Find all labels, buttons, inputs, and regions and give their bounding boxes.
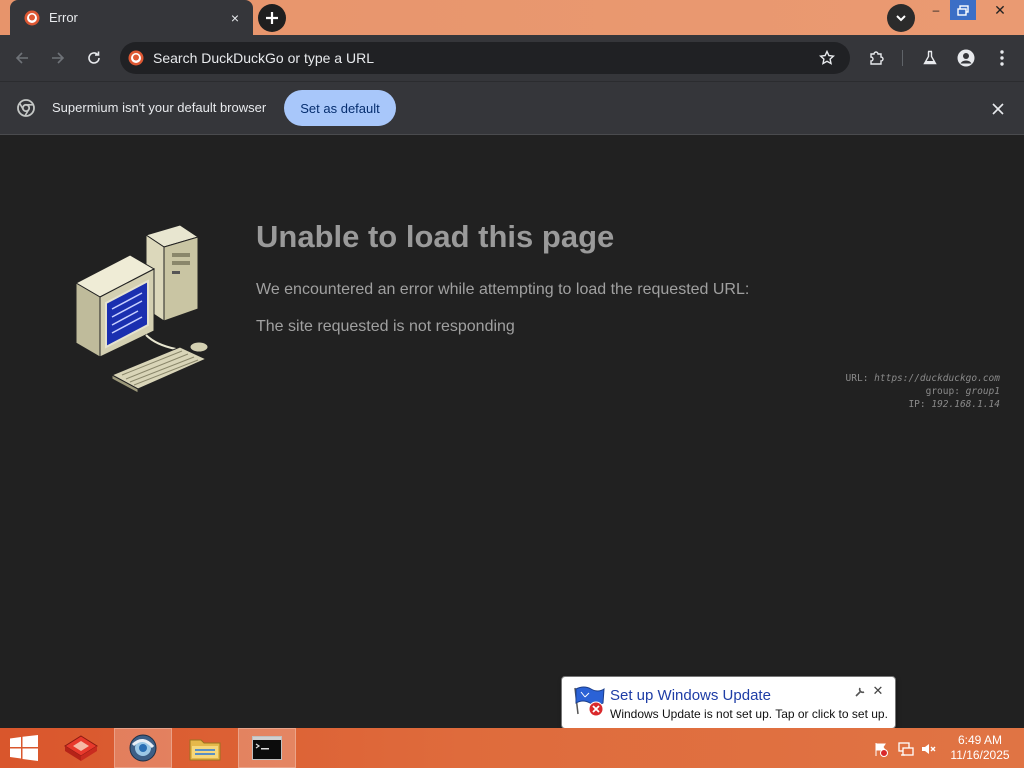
taskbar-clock[interactable]: 6:49 AM 11/16/2025 <box>944 733 1016 763</box>
restore-icon <box>957 4 969 16</box>
screen: Error × – ✕ Search DuckDuckGo or type a … <box>0 0 1024 768</box>
star-icon <box>819 50 835 65</box>
folder-icon <box>189 739 221 761</box>
notification-close-button[interactable]: ✕ <box>871 683 885 698</box>
error-details: URL: https://duckduckgo.com group: group… <box>846 372 1000 411</box>
kebab-menu-icon <box>1000 50 1004 66</box>
error-url-value: https://duckduckgo.com <box>874 373 1000 384</box>
error-description: We encountered an error while attempting… <box>256 281 750 298</box>
extensions-icon <box>870 51 884 65</box>
browser-toolbar: Search DuckDuckGo or type a URL <box>0 35 1024 81</box>
plus-icon <box>266 12 278 24</box>
new-tab-button[interactable] <box>258 4 286 32</box>
tab-error[interactable]: Error × <box>10 0 253 35</box>
volume-tray-icon[interactable] <box>920 740 938 758</box>
action-center-flag-icon <box>875 743 888 757</box>
back-button[interactable] <box>9 45 35 71</box>
set-as-default-button[interactable]: Set as default <box>284 90 396 126</box>
profile-icon <box>957 49 975 67</box>
windows-flag-icon <box>574 686 605 717</box>
network-tray-icon[interactable] <box>897 740 915 758</box>
red-app-icon <box>64 735 98 761</box>
taskbar-file-explorer[interactable] <box>176 728 234 768</box>
duckduckgo-icon <box>128 50 144 66</box>
taskbar-app-red[interactable] <box>52 728 110 768</box>
default-browser-infobar: Supermium isn't your default browser Set… <box>0 81 1024 135</box>
address-placeholder[interactable]: Search DuckDuckGo or type a URL <box>153 50 812 66</box>
window-minimize-button[interactable]: – <box>925 0 947 20</box>
volume-muted-icon <box>922 744 936 754</box>
tab-strip: Error × – ✕ <box>0 0 1024 35</box>
taskbar-browser[interactable] <box>114 728 172 768</box>
taskbar-command-prompt[interactable] <box>238 728 296 768</box>
network-icon <box>898 742 914 756</box>
error-reason: The site requested is not responding <box>256 318 515 335</box>
error-url-row: URL: https://duckduckgo.com <box>846 372 1000 385</box>
taskbar: 6:49 AM 11/16/2025 <box>0 728 1024 768</box>
tab-close-icon[interactable]: × <box>227 10 243 26</box>
window-restore-button[interactable] <box>950 0 976 20</box>
reload-button[interactable] <box>81 45 107 71</box>
error-group-row: group: group1 <box>846 385 1000 398</box>
duckduckgo-icon <box>24 10 40 25</box>
clock-date: 11/16/2025 <box>950 748 1010 762</box>
command-prompt-icon <box>252 736 282 760</box>
extensions-button[interactable] <box>864 45 890 71</box>
tab-search-button[interactable] <box>887 4 915 32</box>
retro-computer-icon <box>74 225 209 394</box>
error-url-key: URL: <box>845 373 869 384</box>
labs-button[interactable] <box>917 45 943 71</box>
address-bar[interactable]: Search DuckDuckGo or type a URL <box>120 42 850 74</box>
error-ip-value: 192.168.1.14 <box>931 399 1000 410</box>
error-group-key: group: <box>925 386 960 397</box>
windows-logo-icon <box>10 735 38 761</box>
notification-text: Windows Update is not set up. Tap or cli… <box>610 707 888 721</box>
notification-title: Set up Windows Update <box>610 687 771 704</box>
forward-button[interactable] <box>45 45 71 71</box>
menu-button[interactable] <box>989 45 1015 71</box>
labs-flask-icon <box>923 50 937 65</box>
windows-update-notification[interactable]: Set up Windows Update Windows Update is … <box>561 676 896 744</box>
error-title: Unable to load this page <box>256 219 615 254</box>
error-ip-row: IP: 192.168.1.14 <box>846 398 1000 411</box>
action-center-tray-icon[interactable] <box>872 740 890 758</box>
error-ip-key: IP: <box>908 399 926 410</box>
supermium-icon <box>17 99 35 117</box>
browser-globe-icon <box>129 734 157 762</box>
notification-options-button[interactable] <box>853 685 867 699</box>
bookmark-star-button[interactable] <box>812 43 842 73</box>
error-page: Unable to load this page We encountered … <box>0 135 1024 728</box>
reload-icon <box>88 51 100 64</box>
close-icon <box>992 103 1004 115</box>
toolbar-separator <box>902 50 903 66</box>
infobar-message: Supermium isn't your default browser <box>52 100 267 115</box>
infobar-close-button[interactable] <box>988 99 1008 119</box>
wrench-icon <box>855 687 865 697</box>
forward-arrow-icon <box>52 52 65 64</box>
back-arrow-icon <box>15 52 28 64</box>
window-close-button[interactable]: ✕ <box>978 0 1022 20</box>
chevron-down-icon <box>896 15 906 22</box>
start-button[interactable] <box>0 728 48 768</box>
profile-button[interactable] <box>953 45 979 71</box>
clock-time: 6:49 AM <box>957 733 1003 747</box>
error-group-value: group1 <box>965 386 1000 397</box>
tab-title: Error <box>49 10 78 25</box>
